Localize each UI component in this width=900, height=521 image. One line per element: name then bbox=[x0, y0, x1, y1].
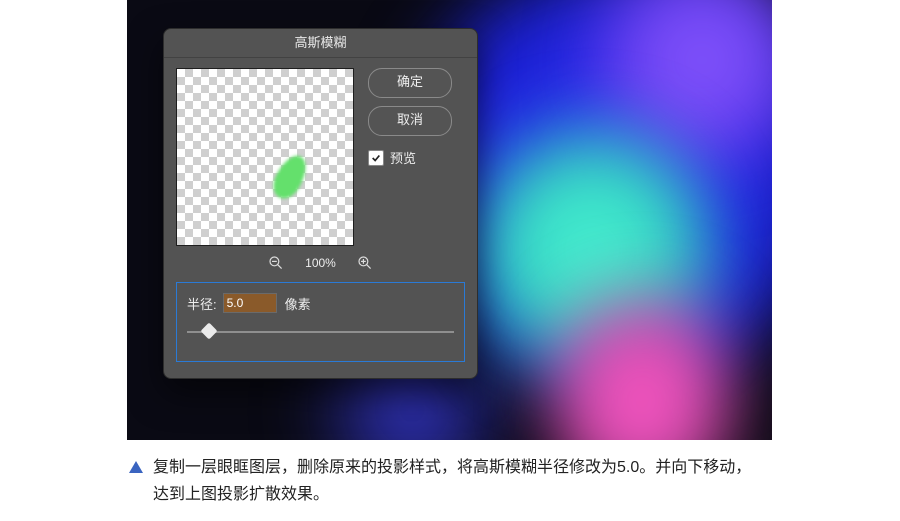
radius-slider[interactable] bbox=[187, 325, 454, 339]
caption-line-1: 复制一层眼眶图层，删除原来的投影样式，将高斯模糊半径修改为5.0。并向下移动， bbox=[153, 459, 751, 476]
slider-thumb[interactable] bbox=[201, 323, 218, 340]
dialog-title: 高斯模糊 bbox=[164, 29, 477, 58]
radius-unit: 像素 bbox=[285, 294, 311, 313]
caption-line-2: 达到上图投影扩散效果。 bbox=[153, 486, 329, 503]
dialog-body: 确定 取消 预览 100% 半径: bbox=[164, 58, 477, 378]
slider-track bbox=[187, 331, 454, 333]
preview-leaf-shape bbox=[268, 151, 313, 204]
preview-area[interactable] bbox=[176, 68, 354, 246]
gaussian-blur-dialog[interactable]: 高斯模糊 确定 取消 预览 100% bbox=[163, 28, 478, 379]
ok-button[interactable]: 确定 bbox=[368, 68, 452, 98]
radius-input[interactable] bbox=[223, 293, 277, 313]
triangle-icon bbox=[129, 461, 143, 473]
preview-checkbox[interactable] bbox=[368, 150, 384, 166]
zoom-in-icon[interactable] bbox=[356, 254, 374, 272]
radius-label: 半径: bbox=[187, 294, 217, 313]
check-icon bbox=[371, 153, 381, 163]
cancel-button[interactable]: 取消 bbox=[368, 106, 452, 136]
caption: 复制一层眼眶图层，删除原来的投影样式，将高斯模糊半径修改为5.0。并向下移动， … bbox=[127, 454, 771, 508]
radius-group: 半径: 像素 bbox=[176, 282, 465, 362]
zoom-level: 100% bbox=[305, 256, 336, 270]
preview-checkbox-row[interactable]: 预览 bbox=[368, 148, 452, 167]
zoom-out-icon[interactable] bbox=[267, 254, 285, 272]
zoom-controls: 100% bbox=[176, 254, 465, 272]
preview-checkbox-label: 预览 bbox=[390, 148, 416, 167]
